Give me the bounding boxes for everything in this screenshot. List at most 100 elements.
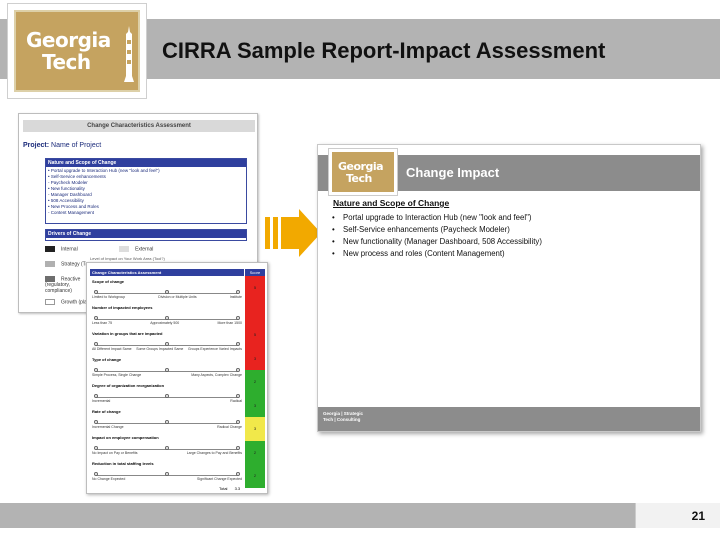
slide-bullet: New functionality (Manager Dashboard, 50… [332, 236, 542, 248]
rating-radio [165, 394, 169, 398]
driver-swatch [45, 276, 55, 282]
rating-anchor-right: Significant Change Expected [197, 477, 242, 481]
logo-gold-panel: Georgia Tech [14, 10, 140, 92]
rating-scale [94, 312, 240, 320]
driver-label: Internal [61, 246, 78, 253]
driver-label-external: External [135, 246, 154, 253]
score-cell: 2 [245, 464, 265, 488]
rating-radio [165, 368, 169, 372]
rating-scale [94, 468, 240, 476]
logo-line-1: Georgia [26, 28, 111, 52]
rating-anchor-left: Incremental [92, 399, 111, 403]
score-column: 55323322 [245, 276, 265, 488]
rating-anchor-mid: Some Groups Impacted Same [136, 347, 184, 351]
rating-anchor-right: More than 1500 [217, 321, 242, 325]
rating-scale [94, 442, 240, 450]
rating-radio [236, 420, 240, 424]
assessment-row-label: Number of impacted employees [92, 305, 153, 310]
assessment-row: Rate of change Incremental Change Radical … [92, 409, 242, 429]
document-title: Change Characteristics Assessment [23, 120, 255, 132]
project-name: Name of Project [51, 142, 102, 149]
tech-tower-icon [124, 26, 134, 82]
rating-radio [94, 290, 98, 294]
scope-box: Nature and Scope of Change • Portal upgr… [45, 158, 247, 224]
score-cell: 2 [245, 440, 265, 464]
driver-swatch [45, 246, 55, 252]
assessment-row-label: Variation in groups that are impacted [92, 331, 163, 336]
assessment-row: Scope of change Limited to Workgroup Divis… [92, 279, 242, 299]
driver-row: Strategy (Tra [45, 261, 90, 267]
rating-anchor-mid: Approximately 500 [150, 321, 180, 325]
slide-title: Change Impact [406, 165, 500, 180]
assessment-row: Type of change Simple Process, Single Cha… [92, 357, 242, 377]
slide-logo-gold-panel: Georgia Tech [332, 152, 394, 192]
rating-radio [94, 342, 98, 346]
rating-anchors: Incremental Radical [92, 399, 242, 403]
slide-logo-line-1: Georgia [338, 160, 384, 173]
rating-radio [94, 394, 98, 398]
slide-logo-line-2: Tech [346, 172, 372, 185]
change-impact-slide: Georgia Tech Change Impact Nature and Sc… [317, 144, 701, 432]
rating-anchor-left: No Change Expected [92, 477, 126, 481]
slide-footer-logo: Georgia | Strategic Tech | Consulting [323, 411, 363, 423]
scope-item: - Content Management [48, 210, 95, 215]
page-title: CIRRA Sample Report-Impact Assessment [162, 38, 606, 63]
rating-radio [236, 342, 240, 346]
scope-list: • Portal upgrade to Interaction Hub (new… [46, 167, 246, 217]
scored-document-title: Change Characteristics Assessment [90, 269, 244, 276]
total-line: Total 3.3 [219, 486, 240, 491]
rating-anchor-left: Simple Process, Single Change [92, 373, 142, 377]
assessment-row-label: Degree of organization reorganization [92, 383, 165, 388]
slide-bullet: Self-Service enhancements (Paycheck Mode… [332, 224, 542, 236]
drivers-box: Drivers of Change [45, 229, 247, 241]
driver-swatch [45, 299, 55, 305]
rating-radio [236, 316, 240, 320]
project-line: Project: Name of Project [23, 142, 101, 149]
overlay-caption: Level of Impact on Your Work Area (Tool?… [90, 256, 165, 261]
assessment-row-label: Impact on employee compensation [92, 435, 159, 440]
score-cell: 3 [245, 393, 265, 417]
driver-swatch [45, 261, 55, 267]
rating-anchor-left: Less than 75 [92, 321, 113, 325]
slide-footer-band: Georgia | Strategic Tech | Consulting [318, 407, 700, 431]
rating-anchor-left: All Different Impact Same [92, 347, 132, 351]
scored-assessment-document: Change Characteristics Assessment Score … [86, 262, 268, 494]
rating-radio [165, 420, 169, 424]
arrow-body [281, 217, 301, 249]
rating-radio [236, 446, 240, 450]
rating-radio [165, 342, 169, 346]
slide-bullet: New process and roles (Content Managemen… [332, 248, 542, 260]
score-cell: 3 [245, 417, 265, 441]
rating-anchor-right: Institute [229, 295, 242, 299]
rating-scale [94, 286, 240, 294]
assessment-row: Degree of organization reorganization Inc… [92, 383, 242, 403]
arrow-tick [265, 217, 270, 249]
drivers-heading: Drivers of Change [46, 230, 246, 238]
rating-radio [94, 316, 98, 320]
rating-anchor-mid: Division or Multiple Units [158, 295, 197, 299]
rating-radio [236, 290, 240, 294]
slide-georgia-tech-logo: Georgia Tech [328, 148, 398, 196]
page-number: 21 [691, 509, 705, 523]
rating-scale [94, 338, 240, 346]
page-number-box: 21 [635, 503, 720, 528]
rating-anchor-left: Limited to Workgroup [92, 295, 126, 299]
rating-anchor-right: Large Changes to Pay and Benefits [186, 451, 242, 455]
total-label: Total [219, 486, 228, 491]
rating-anchor-right: Radical Change [217, 425, 242, 429]
georgia-tech-logo: Georgia Tech [7, 3, 147, 99]
rating-anchor-left: Incremental Change [92, 425, 124, 429]
scope-heading: Nature and Scope of Change [46, 159, 246, 167]
score-cell [245, 299, 265, 323]
project-label: Project: [23, 142, 50, 149]
assessment-row-label: Type of change [92, 357, 122, 362]
driver-row: Internal External [45, 246, 153, 252]
slide-bullet: Portal upgrade to Interaction Hub (new "… [332, 212, 542, 224]
slide-footer-line-2: Tech | Consulting [323, 417, 361, 422]
total-value: 3.3 [234, 486, 241, 491]
rating-radio [165, 290, 169, 294]
driver-swatch-external [119, 246, 130, 252]
assessment-row: Reduction in total staffing levels No Cha… [92, 461, 242, 481]
logo-line-2: Tech [42, 50, 91, 74]
score-cell: 3 [245, 346, 265, 370]
